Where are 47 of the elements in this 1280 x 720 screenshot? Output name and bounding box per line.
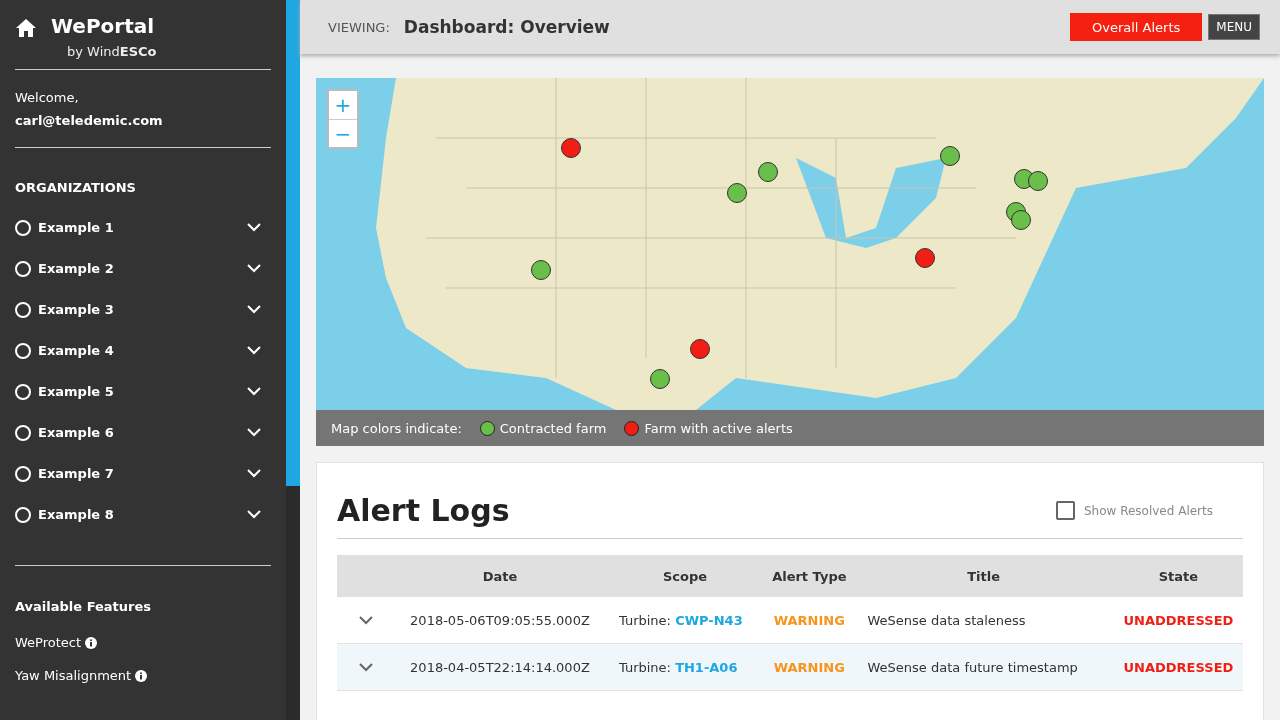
- organization-item[interactable]: Example 3: [15, 289, 271, 330]
- organization-item[interactable]: Example 7: [15, 453, 271, 494]
- feature-label: Yaw Misalignment: [15, 668, 132, 683]
- state-cell: UNADDRESSED: [1113, 643, 1243, 691]
- organization-item[interactable]: Example 5: [15, 371, 271, 412]
- title-cell: WeSense data future timestamp: [853, 643, 1114, 691]
- date-cell: 2018-04-05T22:14:14.000Z: [395, 643, 605, 691]
- home-icon[interactable]: [15, 18, 37, 38]
- column-header: Title: [853, 555, 1114, 597]
- legend-text: Contracted farm: [499, 420, 607, 436]
- info-icon[interactable]: [85, 636, 98, 649]
- scope-cell: Turbine: CWP-N43: [604, 597, 766, 644]
- legend-text: Farm with active alerts: [644, 420, 793, 436]
- organization-item[interactable]: Example 1: [15, 207, 271, 248]
- organization-item[interactable]: Example 2: [15, 248, 271, 289]
- organization-item[interactable]: Example 6: [15, 412, 271, 453]
- info-icon[interactable]: [135, 669, 148, 682]
- column-header: Date: [395, 555, 605, 597]
- scope-cell: Turbine: TH1-A06: [604, 643, 766, 691]
- column-header: Scope: [604, 555, 766, 597]
- checkbox-label: Show Resolved Alerts: [1083, 503, 1213, 518]
- column-header: Alert Type: [765, 555, 854, 597]
- column-header: State: [1113, 555, 1243, 597]
- state-cell: UNADDRESSED: [1113, 597, 1243, 644]
- menu-button[interactable]: MENU: [1208, 14, 1260, 40]
- scrollbar-track[interactable]: [286, 0, 300, 720]
- section-title: Alert Logs: [337, 493, 511, 528]
- overall-alerts-button[interactable]: Overall Alerts: [1070, 13, 1203, 41]
- viewing-label: VIEWING:: [328, 19, 390, 35]
- legend-label: Map colors indicate:: [331, 420, 462, 436]
- section-heading: Available Features: [15, 599, 152, 614]
- app-title: WePortal: [51, 14, 156, 38]
- alert-type-cell: WARNING: [765, 643, 854, 691]
- alert-type-cell: WARNING: [765, 597, 854, 644]
- brand-subtitle: by WindESCo: [67, 44, 157, 59]
- checkbox[interactable]: [1055, 501, 1075, 520]
- feature-label: WeProtect: [15, 635, 82, 650]
- page-title: Dashboard: Overview: [403, 17, 611, 37]
- date-cell: 2018-05-06T09:05:55.000Z: [395, 597, 605, 644]
- title-cell: WeSense data staleness: [853, 597, 1114, 644]
- user-email: carl@teledemic.com: [15, 112, 164, 130]
- welcome-text: Welcome,: [15, 89, 80, 107]
- organization-item[interactable]: Example 4: [15, 330, 271, 371]
- chevron-down-icon[interactable]: [359, 615, 373, 625]
- organization-item[interactable]: Example 8: [15, 494, 271, 535]
- scrollbar-thumb[interactable]: [286, 0, 300, 486]
- section-heading: ORGANIZATIONS: [15, 180, 137, 195]
